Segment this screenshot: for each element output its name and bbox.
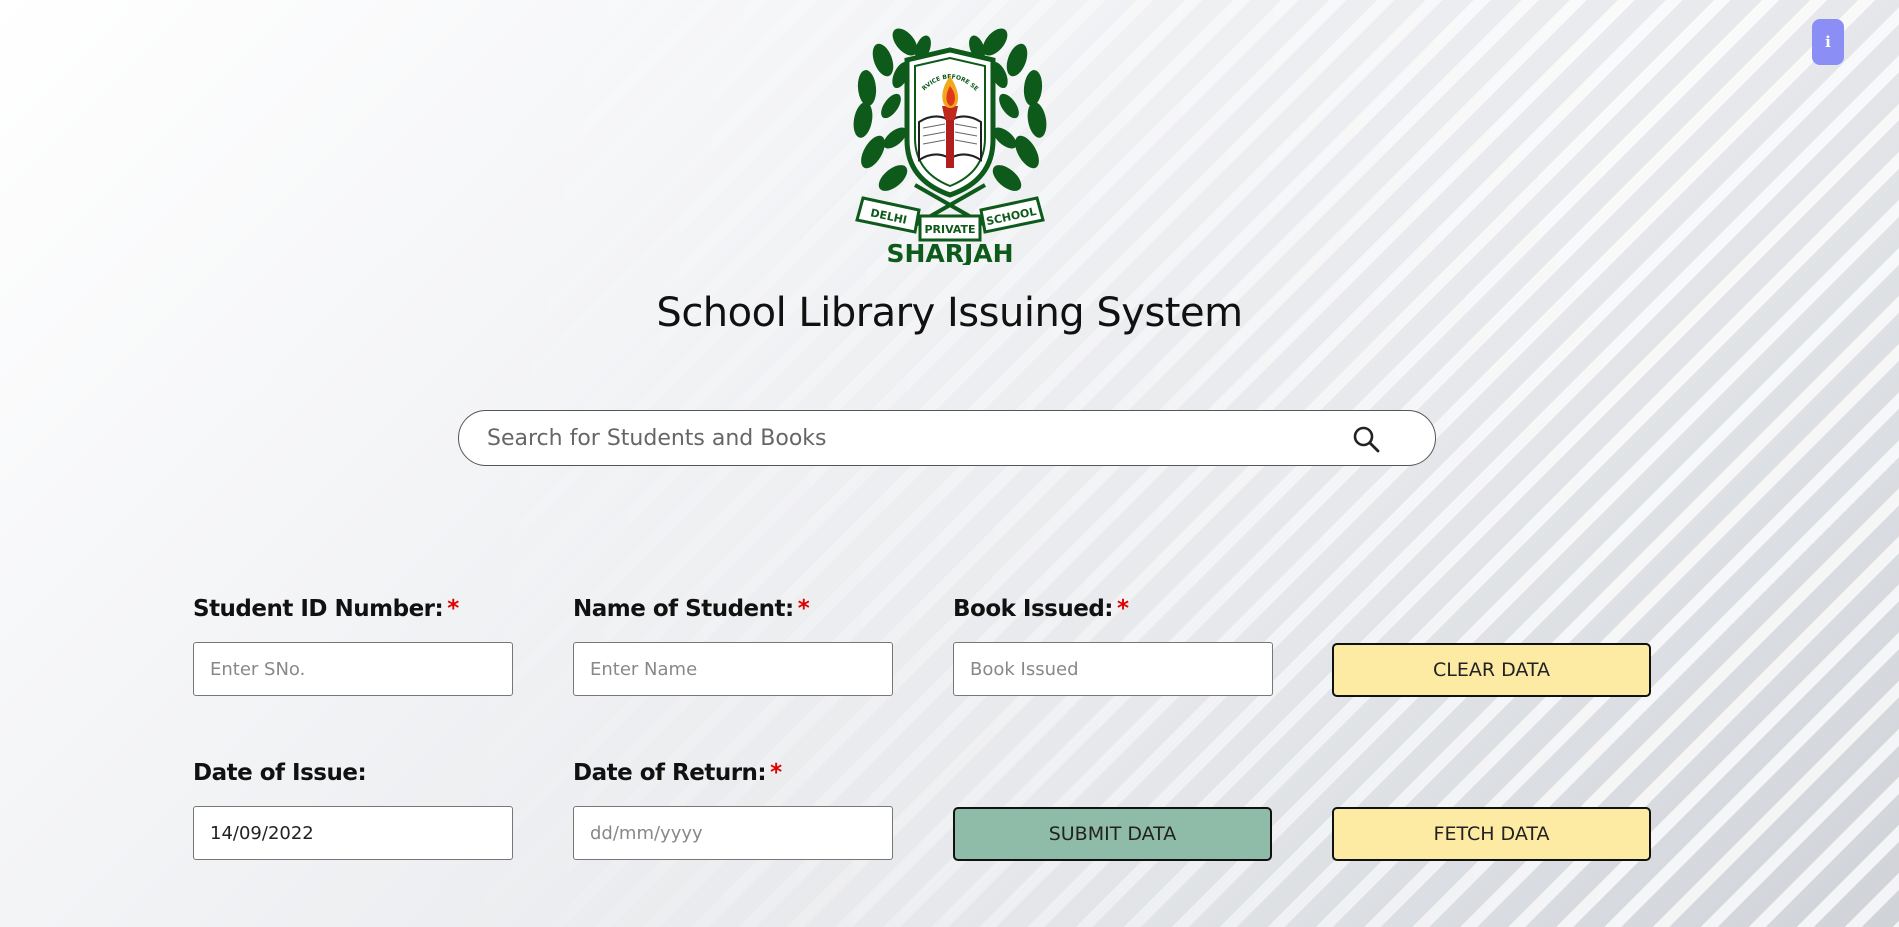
school-crest-logo: SERVICE BEFORE SELF DELHI PRIVATE SCHOOL… (845, 20, 1047, 265)
date-of-issue-label: Date of Issue: (193, 760, 367, 786)
page-title: School Library Issuing System (656, 290, 1243, 336)
required-marker: * (1117, 596, 1129, 622)
search-icon[interactable] (1352, 425, 1380, 453)
logo-city: SHARJAH (886, 239, 1013, 265)
search-input[interactable] (485, 417, 1329, 459)
book-issued-label: Book Issued: * (953, 596, 1129, 622)
book-issued-input[interactable] (953, 642, 1273, 696)
search-bar (458, 410, 1436, 466)
student-id-input[interactable] (193, 642, 513, 696)
student-id-label: Student ID Number: * (193, 596, 459, 622)
required-marker: * (447, 596, 459, 622)
required-marker: * (770, 760, 782, 786)
student-name-input[interactable] (573, 642, 893, 696)
date-of-return-input[interactable] (573, 806, 893, 860)
submit-data-button[interactable]: SUBMIT DATA (953, 807, 1272, 861)
date-of-return-label: Date of Return: * (573, 760, 782, 786)
fetch-data-button[interactable]: FETCH DATA (1332, 807, 1651, 861)
clear-data-button[interactable]: CLEAR DATA (1332, 643, 1651, 697)
date-of-issue-input[interactable] (193, 806, 513, 860)
info-button[interactable]: i (1812, 19, 1844, 65)
logo-banner-center: PRIVATE (924, 223, 975, 236)
student-name-label: Name of Student: * (573, 596, 810, 622)
required-marker: * (797, 596, 810, 622)
info-icon: i (1825, 33, 1831, 51)
